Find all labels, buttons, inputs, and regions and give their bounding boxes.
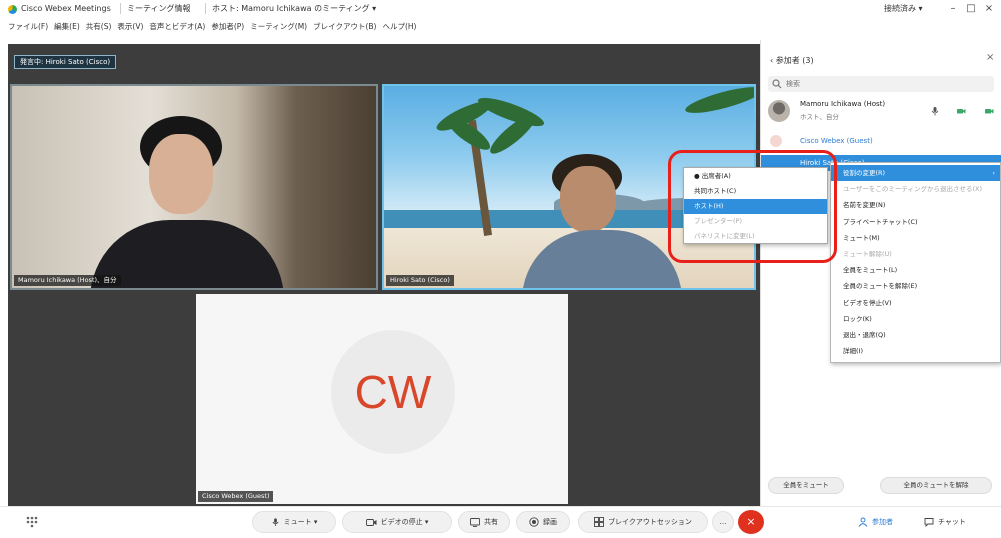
context-menu-item-label: 役割の変更(R) bbox=[843, 169, 886, 177]
context-menu-item[interactable]: 退出・退席(Q) bbox=[831, 327, 1000, 343]
mute-all-button[interactable]: 全員をミュート bbox=[768, 477, 844, 494]
context-menu-item[interactable]: ミュート(M) bbox=[831, 230, 1000, 246]
end-meeting-button[interactable]: × bbox=[738, 510, 764, 534]
menu-audio-video[interactable]: 音声とビデオ(A) bbox=[149, 21, 205, 32]
participant-video-figure bbox=[560, 166, 616, 232]
search-icon bbox=[772, 79, 782, 89]
chevron-right-icon: › bbox=[992, 169, 995, 177]
video-camera-icon[interactable] bbox=[956, 106, 966, 116]
context-menu-item[interactable]: 詳細(I) bbox=[831, 343, 1000, 359]
video-tile-name: Hiroki Sato (Cisco) bbox=[386, 275, 454, 286]
avatar bbox=[768, 100, 790, 122]
video-tile-name: Mamoru Ichikawa (Host)、自分 bbox=[14, 275, 121, 286]
video-tile-name: Cisco Webex (Guest) bbox=[198, 491, 274, 502]
webex-logo-icon bbox=[8, 5, 17, 14]
chat-panel-button[interactable]: チャット bbox=[924, 512, 966, 532]
share-button-label: 共有 bbox=[484, 518, 498, 526]
menu-bar: ファイル(F) 編集(E) 共有(S) 表示(V) 音声とビデオ(A) 参加者(… bbox=[0, 18, 1001, 34]
avatar-initials: CW bbox=[354, 366, 432, 418]
close-window-button[interactable]: × bbox=[981, 1, 997, 16]
menu-view[interactable]: 表示(V) bbox=[117, 21, 143, 32]
participant-role: ホスト、自分 bbox=[800, 113, 839, 121]
context-menu-item[interactable]: ロック(K) bbox=[831, 311, 1000, 327]
maximize-button[interactable]: □ bbox=[963, 1, 979, 16]
minimize-button[interactable]: – bbox=[945, 1, 961, 16]
search-input[interactable] bbox=[784, 77, 974, 91]
menu-file[interactable]: ファイル(F) bbox=[8, 21, 48, 32]
record-button[interactable]: 録画 bbox=[516, 511, 570, 533]
context-menu-item[interactable]: プライベートチャット(C) bbox=[831, 214, 1000, 230]
context-menu-item[interactable]: 全員のミュートを解除(E) bbox=[831, 278, 1000, 294]
app-title: Cisco Webex Meetings bbox=[21, 4, 111, 13]
menu-breakout[interactable]: ブレイクアウト(B) bbox=[313, 21, 376, 32]
dial-pad-icon[interactable] bbox=[22, 514, 42, 530]
meeting-info-button[interactable]: ミーティング情報 bbox=[120, 3, 197, 14]
context-menu-item[interactable]: 役割の変更(R) › bbox=[831, 165, 1000, 182]
more-options-button[interactable]: … bbox=[712, 511, 734, 533]
context-menu-item[interactable]: 全員をミュート(L) bbox=[831, 262, 1000, 278]
chat-icon bbox=[924, 518, 934, 527]
highlight-annotation bbox=[668, 150, 837, 263]
record-icon bbox=[529, 517, 539, 527]
participants-icon bbox=[858, 517, 868, 527]
chat-panel-button-label: チャット bbox=[938, 518, 966, 526]
video-tile-guest[interactable]: CW Cisco Webex (Guest) bbox=[196, 294, 568, 504]
title-bar: Cisco Webex Meetings ミーティング情報 ホスト: Mamor… bbox=[0, 0, 1001, 18]
participants-panel-button-label: 参加者 bbox=[872, 518, 893, 526]
menu-share[interactable]: 共有(S) bbox=[86, 21, 112, 32]
breakout-session-button[interactable]: ブレイクアウトセッション bbox=[578, 511, 708, 533]
context-menu-item[interactable]: ミュート解除(U) bbox=[831, 246, 1000, 262]
panel-title[interactable]: ‹ 参加者 (3) bbox=[770, 55, 814, 66]
share-button[interactable]: 共有 bbox=[458, 511, 510, 533]
participants-panel-button[interactable]: 参加者 bbox=[858, 512, 893, 532]
share-screen-icon bbox=[470, 517, 480, 527]
record-button-label: 録画 bbox=[543, 518, 557, 526]
menu-participants[interactable]: 参加者(P) bbox=[211, 21, 244, 32]
context-menu-item[interactable]: ビデオを停止(V) bbox=[831, 295, 1000, 311]
video-camera-icon[interactable] bbox=[984, 106, 994, 116]
close-panel-button[interactable]: × bbox=[986, 52, 994, 63]
breakout-session-button-label: ブレイクアウトセッション bbox=[608, 518, 692, 526]
host-info-dropdown[interactable]: ホスト: Mamoru Ichikawa のミーティング ▾ bbox=[205, 3, 382, 14]
video-camera-icon bbox=[365, 518, 377, 526]
participant-context-menu: 役割の変更(R) › ユーザーをこのミーティングから退出させる(X) 名前を変更… bbox=[830, 162, 1001, 363]
microphone-icon[interactable] bbox=[930, 106, 940, 116]
stop-video-button[interactable]: ビデオの停止 ▾ bbox=[342, 511, 452, 533]
active-speaker-label: 発言中: Hiroki Sato (Cisco) bbox=[14, 55, 117, 69]
mute-button[interactable]: ミュート ▾ bbox=[252, 511, 336, 533]
mute-button-label: ミュート ▾ bbox=[283, 518, 318, 526]
participant-video-figure bbox=[149, 134, 213, 214]
connection-status-dropdown[interactable]: 接続済み ▾ bbox=[884, 3, 923, 14]
participant-name[interactable]: Cisco Webex (Guest) bbox=[800, 137, 873, 145]
avatar: CW bbox=[331, 330, 455, 454]
menu-edit[interactable]: 編集(E) bbox=[54, 21, 80, 32]
menu-help[interactable]: ヘルプ(H) bbox=[382, 21, 416, 32]
microphone-icon bbox=[272, 518, 279, 527]
avatar bbox=[770, 135, 782, 147]
breakout-icon bbox=[594, 517, 605, 527]
participant-name[interactable]: Mamoru Ichikawa (Host) bbox=[800, 100, 885, 108]
menu-meeting[interactable]: ミーティング(M) bbox=[250, 21, 307, 32]
context-menu-item[interactable]: ユーザーをこのミーティングから退出させる(X) bbox=[831, 181, 1000, 197]
unmute-all-button[interactable]: 全員のミュートを解除 bbox=[880, 477, 992, 494]
context-menu-item[interactable]: 名前を変更(N) bbox=[831, 197, 1000, 213]
video-tile-self[interactable]: Mamoru Ichikawa (Host)、自分 bbox=[10, 84, 378, 290]
stop-video-button-label: ビデオの停止 ▾ bbox=[380, 518, 429, 526]
